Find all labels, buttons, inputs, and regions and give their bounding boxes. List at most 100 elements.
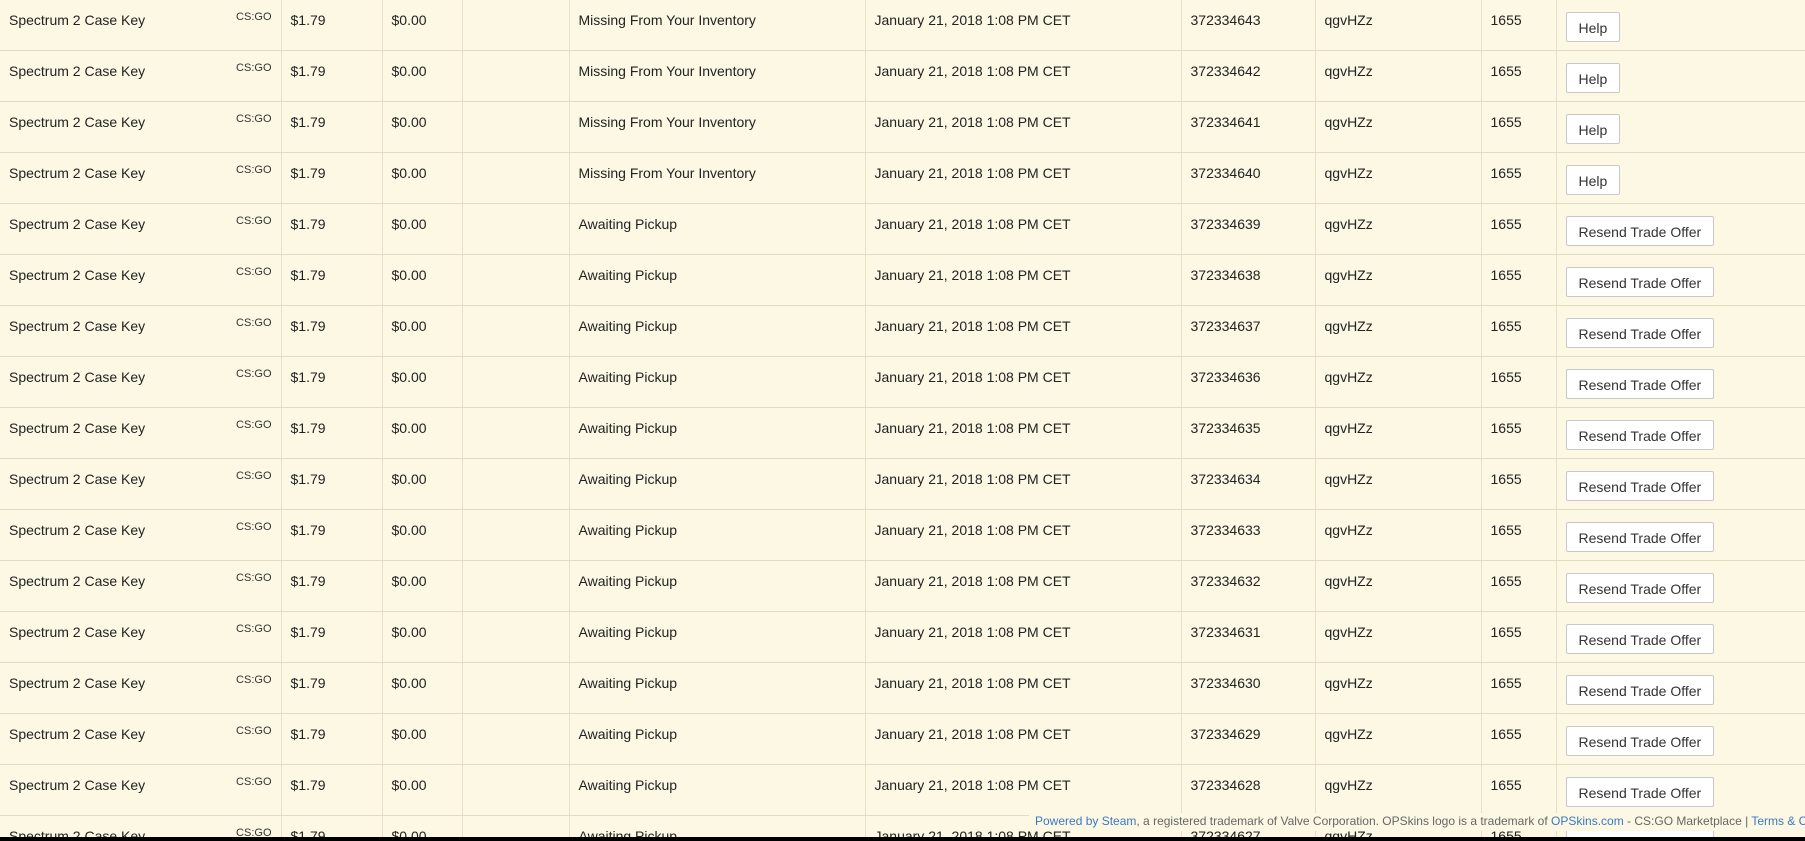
item-number: 1655 (1490, 369, 1522, 385)
id-cell: 372334633 (1181, 509, 1316, 561)
game-tag: CS:GO (236, 674, 272, 686)
item-price: $1.79 (290, 165, 326, 181)
resend-trade-offer-button[interactable]: Resend Trade Offer (1565, 420, 1715, 450)
help-button[interactable]: Help (1565, 165, 1621, 195)
code-cell: qgvHZz (1315, 152, 1482, 204)
number-cell: 1655 (1481, 152, 1557, 204)
item-number: 1655 (1490, 165, 1522, 181)
security-code: qgvHZz (1324, 675, 1373, 691)
status-cell: Awaiting Pickup (569, 458, 866, 510)
code-cell: qgvHZz (1315, 101, 1482, 153)
sale-id: 372334629 (1190, 726, 1261, 742)
item-price: $1.79 (290, 216, 326, 232)
code-cell: qgvHZz (1315, 356, 1482, 408)
item-fee: $0.00 (391, 777, 427, 793)
help-button[interactable]: Help (1565, 63, 1621, 93)
action-cell: Resend Trade Offer (1556, 560, 1805, 612)
date-cell: January 21, 2018 1:08 PM CET (865, 560, 1182, 612)
id-cell: 372334641 (1181, 101, 1316, 153)
resend-trade-offer-button[interactable]: Resend Trade Offer (1565, 777, 1715, 807)
item-fee: $0.00 (391, 114, 427, 130)
item-name-cell: Spectrum 2 Case Key CS:GO (0, 560, 282, 612)
sale-id: 372334631 (1190, 624, 1261, 640)
game-tag: CS:GO (236, 725, 272, 737)
fee-cell: $0.00 (382, 611, 463, 663)
sale-id: 372334639 (1190, 216, 1261, 232)
item-status: Awaiting Pickup (578, 726, 678, 742)
extra-cell (462, 101, 570, 153)
code-cell: qgvHZz (1315, 560, 1482, 612)
table-row: Spectrum 2 Case Key CS:GO $1.79 $0.00 Missin… (0, 50, 1805, 102)
price-cell: $1.79 (281, 407, 383, 459)
powered-by-steam-link[interactable]: Powered by Steam (1035, 814, 1136, 828)
resend-trade-offer-button[interactable]: Resend Trade Offer (1565, 573, 1715, 603)
game-tag: CS:GO (236, 266, 272, 278)
sale-date: January 21, 2018 1:08 PM CET (874, 114, 1071, 130)
item-name-cell: Spectrum 2 Case Key CS:GO (0, 356, 282, 408)
sale-id: 372334634 (1190, 471, 1261, 487)
item-fee: $0.00 (391, 420, 427, 436)
resend-trade-offer-button[interactable]: Resend Trade Offer (1565, 675, 1715, 705)
item-status: Awaiting Pickup (578, 522, 678, 538)
extra-value (463, 408, 569, 420)
item-status: Missing From Your Inventory (578, 12, 756, 28)
id-cell: 372334629 (1181, 713, 1316, 765)
item-price: $1.79 (290, 777, 326, 793)
opskins-link[interactable]: OPSkins.com (1551, 814, 1624, 828)
date-cell: January 21, 2018 1:08 PM CET (865, 611, 1182, 663)
number-cell: 1655 (1481, 764, 1557, 816)
status-cell: Awaiting Pickup (569, 407, 866, 459)
price-cell: $1.79 (281, 152, 383, 204)
item-fee: $0.00 (391, 267, 427, 283)
status-cell: Awaiting Pickup (569, 662, 866, 714)
resend-trade-offer-button[interactable]: Resend Trade Offer (1565, 624, 1715, 654)
item-price: $1.79 (290, 63, 326, 79)
sale-date: January 21, 2018 1:08 PM CET (874, 624, 1071, 640)
resend-trade-offer-button[interactable]: Resend Trade Offer (1565, 471, 1715, 501)
item-price: $1.79 (290, 369, 326, 385)
item-number: 1655 (1490, 675, 1522, 691)
table-row: Spectrum 2 Case Key CS:GO $1.79 $0.00 Awaiti… (0, 203, 1805, 255)
extra-cell (462, 611, 570, 663)
help-button[interactable]: Help (1565, 12, 1621, 42)
code-cell: qgvHZz (1315, 458, 1482, 510)
resend-trade-offer-button[interactable]: Resend Trade Offer (1565, 369, 1715, 399)
price-cell: $1.79 (281, 662, 383, 714)
number-cell: 1655 (1481, 50, 1557, 102)
game-tag: CS:GO (236, 470, 272, 482)
security-code: qgvHZz (1324, 12, 1373, 28)
sale-date: January 21, 2018 1:08 PM CET (874, 471, 1071, 487)
sale-date: January 21, 2018 1:08 PM CET (874, 777, 1071, 793)
item-price: $1.79 (290, 318, 326, 334)
item-name-cell: Spectrum 2 Case Key CS:GO (0, 509, 282, 561)
resend-trade-offer-button[interactable]: Resend Trade Offer (1565, 267, 1715, 297)
resend-trade-offer-button[interactable]: Resend Trade Offer (1565, 318, 1715, 348)
item-fee: $0.00 (391, 165, 427, 181)
id-cell: 372334636 (1181, 356, 1316, 408)
item-name-cell: Spectrum 2 Case Key CS:GO (0, 458, 282, 510)
number-cell: 1655 (1481, 203, 1557, 255)
security-code: qgvHZz (1324, 63, 1373, 79)
number-cell: 1655 (1481, 611, 1557, 663)
action-cell: Help (1556, 50, 1805, 102)
date-cell: January 21, 2018 1:08 PM CET (865, 203, 1182, 255)
action-cell: Resend Trade Offer (1556, 305, 1805, 357)
code-cell: qgvHZz (1315, 254, 1482, 306)
item-name-cell: Spectrum 2 Case Key CS:GO (0, 50, 282, 102)
fee-cell: $0.00 (382, 458, 463, 510)
security-code: qgvHZz (1324, 726, 1373, 742)
sale-id: 372334628 (1190, 777, 1261, 793)
resend-trade-offer-button[interactable]: Resend Trade Offer (1565, 522, 1715, 552)
resend-trade-offer-button[interactable]: Resend Trade Offer (1565, 726, 1715, 756)
resend-trade-offer-button[interactable]: Resend Trade Offer (1565, 216, 1715, 246)
game-tag: CS:GO (236, 521, 272, 533)
fee-cell: $0.00 (382, 713, 463, 765)
item-number: 1655 (1490, 267, 1522, 283)
item-price: $1.79 (290, 675, 326, 691)
price-cell: $1.79 (281, 0, 383, 51)
terms-link[interactable]: Terms & Co (1751, 814, 1805, 828)
code-cell: qgvHZz (1315, 713, 1482, 765)
help-button[interactable]: Help (1565, 114, 1621, 144)
item-fee: $0.00 (391, 573, 427, 589)
sale-id: 372334637 (1190, 318, 1261, 334)
